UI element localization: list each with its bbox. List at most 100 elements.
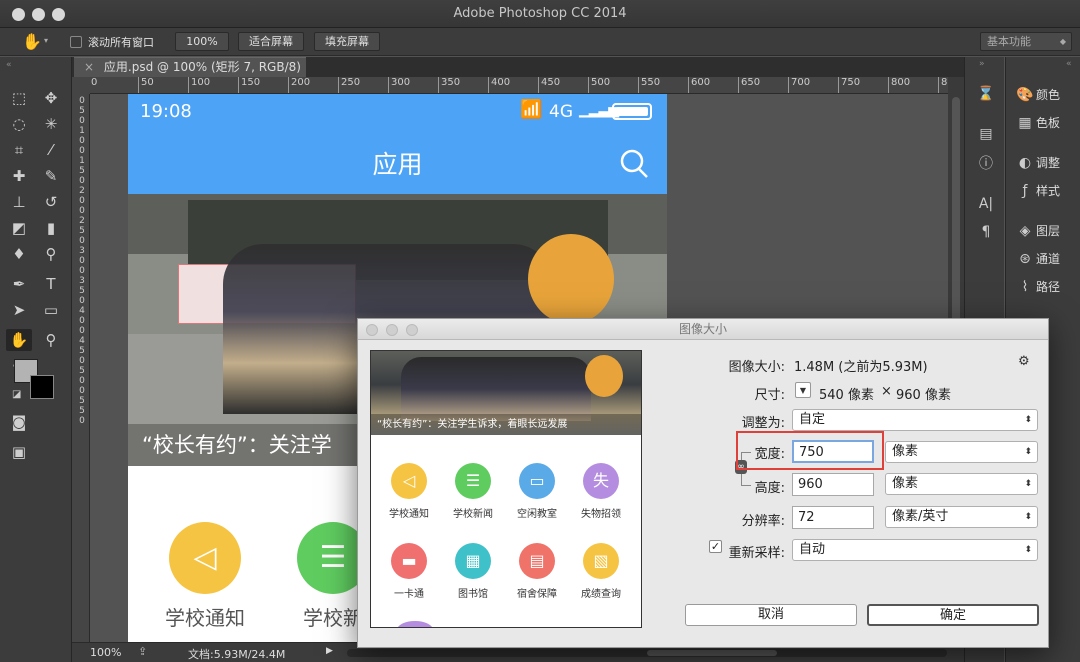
resample-label: 重新采样: xyxy=(728,546,785,561)
preview-grid-label: 一卡通 xyxy=(394,589,424,600)
panel-channels[interactable]: ⊛ 通道 xyxy=(1014,248,1080,270)
collapse-toolbox-icon[interactable]: « xyxy=(6,60,12,70)
dialog-zoom-button[interactable] xyxy=(406,324,418,336)
move-tool-icon[interactable]: ✥ xyxy=(38,87,64,109)
search-icon[interactable] xyxy=(618,148,650,180)
clone-stamp-tool-icon[interactable]: ⊥ xyxy=(6,191,32,213)
panel-adjustments[interactable]: ◐ 调整 xyxy=(1014,152,1080,174)
updown-arrow-icon: ⬍ xyxy=(1024,415,1032,425)
document-tab[interactable]: × 应用.psd @ 100% (矩形 7, RGB/8) * xyxy=(74,57,306,93)
healing-brush-tool-icon[interactable]: ✚ xyxy=(6,165,32,187)
expand-panels-icon[interactable]: » xyxy=(979,59,985,69)
pen-tool-icon[interactable]: ✒ xyxy=(6,273,32,295)
scrollbar-thumb[interactable] xyxy=(647,650,777,656)
zoom-100-button[interactable]: 100% xyxy=(175,32,229,51)
dodge-tool-icon[interactable]: ⚲ xyxy=(38,243,64,265)
eraser-tool-icon[interactable]: ◩ xyxy=(6,217,32,239)
panel-paths[interactable]: ⌇ 路径 xyxy=(1014,276,1080,298)
panel-swatches[interactable]: ▦ 色板 xyxy=(1014,112,1080,134)
default-colors-icon[interactable]: ◪ xyxy=(12,389,21,400)
quick-mask-icon[interactable]: ◙ xyxy=(6,411,32,433)
crop-tool-icon[interactable]: ⌗ xyxy=(6,139,32,161)
paragraph-icon[interactable]: ¶ xyxy=(977,223,995,241)
scroll-all-windows-checkbox[interactable] xyxy=(70,36,82,48)
preview-grid-item[interactable]: ☰ 学校新闻 xyxy=(441,463,505,520)
hand-tool-icon[interactable]: ✋ xyxy=(6,329,32,351)
zoom-level[interactable]: 100% xyxy=(90,646,121,659)
panel-layers[interactable]: ◈ 图层 xyxy=(1014,220,1080,242)
dialog-titlebar: 图像大小 xyxy=(358,319,1048,340)
preview-crowd xyxy=(401,357,591,421)
dialog-close-button[interactable] xyxy=(366,324,378,336)
screen-mode-icon[interactable]: ▣ xyxy=(6,441,32,463)
fit-to-select[interactable]: 自定 ⬍ xyxy=(792,409,1038,431)
panel-styles[interactable]: ƒ 样式 xyxy=(1014,180,1080,202)
ruler-tick-label: 0 xyxy=(79,176,85,186)
ok-button[interactable]: 确定 xyxy=(867,604,1039,626)
fill-screen-button[interactable]: 填充屏幕 xyxy=(314,32,380,51)
gradient-tool-icon[interactable]: ▮ xyxy=(38,217,64,239)
ruler-tick-label: 0 xyxy=(79,146,85,156)
height-unit-select[interactable]: 像素 ⬍ xyxy=(885,473,1038,495)
resample-select[interactable]: 自动 ⬍ xyxy=(792,539,1038,561)
fit-screen-button[interactable]: 适合屏幕 xyxy=(238,32,304,51)
magic-wand-tool-icon[interactable]: ✳ xyxy=(38,113,64,135)
eyedropper-tool-icon[interactable]: ⁄ xyxy=(38,139,64,161)
cancel-button[interactable]: 取消 xyxy=(685,604,857,626)
grid-item-school-notice[interactable]: ◁ 学校通知 xyxy=(160,522,250,631)
ruler-tick-label: 5 xyxy=(79,226,85,236)
dialog-minimize-button[interactable] xyxy=(386,324,398,336)
preview-grid-item[interactable]: ▦ 图书馆 xyxy=(441,543,505,600)
ruler-origin[interactable] xyxy=(72,77,90,94)
preview-grid-item[interactable]: ◁ 学校通知 xyxy=(377,463,441,520)
ruler-tick-label: 5 xyxy=(79,166,85,176)
share-icon[interactable]: ⇪ xyxy=(138,645,147,658)
brush-tool-icon[interactable]: ✎ xyxy=(38,165,64,187)
hand-tool-preset-icon[interactable]: ✋ xyxy=(22,32,42,51)
history-icon[interactable]: ⌛ xyxy=(977,85,995,103)
preview-grid-item[interactable]: ▭ 空闲教室 xyxy=(505,463,569,520)
dialog-preview[interactable]: “校长有约”：关注学生诉求，着眼长远发展 ◁ 学校通知 ☰ 学校新闻 ▭ 空闲教室 失失物招… xyxy=(370,350,642,628)
preview-grid-partial-icon xyxy=(397,621,433,627)
chevron-down-icon[interactable]: ▾ xyxy=(44,36,48,45)
layers-icon: ◈ xyxy=(1019,223,1031,239)
resolution-input[interactable]: 72 xyxy=(792,506,874,529)
dimensions-width: 540 像素 xyxy=(819,388,874,403)
workspace-select[interactable]: 基本功能 ◆ xyxy=(980,32,1072,51)
width-input[interactable]: 750 xyxy=(792,440,874,463)
zoom-tool-icon[interactable]: ⚲ xyxy=(38,329,64,351)
height-input[interactable]: 960 xyxy=(792,473,874,496)
blur-tool-icon[interactable]: ♦ xyxy=(6,243,32,265)
character-icon[interactable]: A| xyxy=(977,195,995,213)
history-brush-tool-icon[interactable]: ↺ xyxy=(38,191,64,213)
ruler-horizontal[interactable]: 0 50 100 150 200 250 300 350 400 450 500 550 600 650 7… xyxy=(90,77,948,94)
horizontal-scrollbar[interactable] xyxy=(347,649,947,657)
ruler-tick-label: 250 xyxy=(338,77,360,93)
preview-grid-icon: ☰ xyxy=(455,463,491,499)
properties-icon[interactable]: ▤ xyxy=(977,125,995,143)
type-tool-icon[interactable]: T xyxy=(38,273,64,295)
info-icon[interactable]: ⓘ xyxy=(977,155,995,173)
preview-grid-item[interactable]: ▧ 成绩查询 xyxy=(569,543,633,600)
preview-grid-item[interactable]: ▬ 一卡通 xyxy=(377,543,441,600)
preview-grid-item[interactable]: 失失物招领 xyxy=(569,463,633,520)
gear-icon[interactable]: ⚙ xyxy=(1018,354,1030,369)
preview-grid-item[interactable]: ▤ 宿舍保障 xyxy=(505,543,569,600)
ruler-tick-label: 650 xyxy=(738,77,760,93)
lasso-tool-icon[interactable]: ◌ xyxy=(6,113,32,135)
background-color-swatch[interactable] xyxy=(30,375,54,399)
panel-color[interactable]: 🎨 颜色 xyxy=(1014,84,1080,106)
resolution-unit-select[interactable]: 像素/英寸 ⬍ xyxy=(885,506,1038,528)
dimensions-unit-dropdown[interactable]: ▼ xyxy=(795,382,811,398)
ruler-tick-label: 0 xyxy=(79,386,85,396)
marquee-tool-icon[interactable]: ⬚ xyxy=(6,87,32,109)
ruler-tick-label: 0 xyxy=(79,376,85,386)
status-menu-arrow-icon[interactable]: ▶ xyxy=(326,646,333,656)
width-unit-select[interactable]: 像素 ⬍ xyxy=(885,441,1038,463)
path-selection-tool-icon[interactable]: ➤ xyxy=(6,299,32,321)
ruler-vertical[interactable]: 050100150200250300350400450500550 xyxy=(72,94,90,642)
close-tab-icon[interactable]: × xyxy=(84,60,94,74)
collapse-panels-icon[interactable]: « xyxy=(1066,59,1072,69)
ruler-tick-label: 5 xyxy=(79,346,85,356)
rectangle-tool-icon[interactable]: ▭ xyxy=(38,299,64,321)
